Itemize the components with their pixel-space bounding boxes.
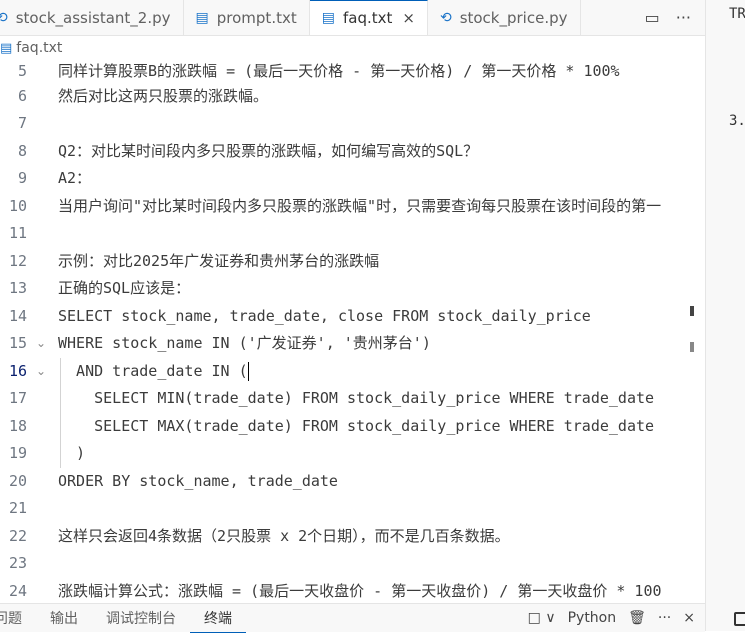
tab-faq[interactable]: ▤ faq.txt × bbox=[309, 0, 428, 35]
line-text: WHERE stock_name IN ('广发证券', '贵州茅台') bbox=[58, 334, 431, 352]
line-text: ORDER BY stock_name, trade_date bbox=[58, 472, 338, 490]
line-number: 20 bbox=[8, 472, 27, 490]
code-line: 11 bbox=[0, 220, 705, 247]
line-number: 10 bbox=[8, 197, 27, 215]
code-line: 12 示例：对比2025年广发证券和贵州茅台的涨跌幅 bbox=[0, 248, 705, 275]
line-number: 6 bbox=[17, 87, 27, 105]
line-text: 同样计算股票B的涨跌幅 = (最后一天价格 - 第一天价格) / 第一天价格 *… bbox=[58, 62, 620, 80]
line-number: 24 bbox=[8, 582, 27, 600]
line-number: 13 bbox=[8, 279, 27, 297]
panel-text: 3. bbox=[729, 113, 745, 129]
scrollbar-marker[interactable] bbox=[690, 306, 694, 316]
line-number: 19 bbox=[8, 444, 27, 462]
tab-label: prompt.txt bbox=[216, 8, 297, 27]
fold-chevron-icon[interactable]: ⌄ bbox=[36, 330, 46, 357]
indent-guide bbox=[60, 358, 61, 468]
line-number: 8 bbox=[17, 142, 27, 160]
code-line: 21 bbox=[0, 495, 705, 522]
code-line: 18 SELECT MAX(trade_date) FROM stock_dai… bbox=[0, 413, 705, 440]
breadcrumb: ▤ faq.txt bbox=[0, 36, 705, 60]
tab-output[interactable]: 输出 bbox=[36, 604, 92, 632]
tab-label: stock_price.py bbox=[459, 8, 568, 27]
panel-text: TR bbox=[729, 6, 745, 22]
close-icon[interactable]: × bbox=[683, 610, 695, 626]
code-line: 24 涨跌幅计算公式：涨跌幅 = (最后一天收盘价 - 第一天收盘价) / 第一… bbox=[0, 578, 705, 603]
line-number: 15 bbox=[8, 334, 27, 352]
text-file-icon: ▤ bbox=[195, 9, 209, 26]
terminal-language[interactable]: Python bbox=[568, 610, 617, 626]
tab-label: faq.txt bbox=[342, 9, 393, 27]
code-line: 13 正确的SQL应该是： bbox=[0, 275, 705, 302]
more-actions-icon[interactable]: ··· bbox=[676, 8, 691, 27]
line-number: 11 bbox=[8, 224, 27, 242]
code-line: 5 同样计算股票B的涨跌幅 = (最后一天价格 - 第一天价格) / 第一天价格… bbox=[0, 58, 705, 85]
code-line: 20 ORDER BY stock_name, trade_date bbox=[0, 468, 705, 495]
tab-terminal[interactable]: 终端 bbox=[190, 604, 246, 633]
code-line: 8 Q2：对比某时间段内多只股票的涨跌幅，如何编写高效的SQL？ bbox=[0, 138, 705, 165]
more-actions-icon[interactable]: ··· bbox=[658, 610, 671, 626]
line-text: AND trade_date IN ( bbox=[58, 358, 249, 385]
tab-debug-console[interactable]: 调试控制台 bbox=[92, 604, 190, 632]
line-text-content: AND trade_date IN ( bbox=[58, 362, 248, 380]
line-text: 涨跌幅计算公式：涨跌幅 = (最后一天收盘价 - 第一天收盘价) / 第一天收盘… bbox=[58, 582, 662, 600]
python-icon: ⟲ bbox=[0, 9, 8, 26]
code-line: 7 bbox=[0, 110, 705, 137]
line-number: 23 bbox=[8, 554, 27, 572]
code-line: 14 SELECT stock_name, trade_date, close … bbox=[0, 303, 705, 330]
close-icon[interactable]: × bbox=[402, 9, 415, 27]
split-editor-icon[interactable]: ▭ bbox=[645, 8, 660, 27]
text-file-icon: ▤ bbox=[321, 10, 335, 26]
code-line: 22 这样只会返回4条数据（2只股票 x 2个日期），而不是几百条数据。 bbox=[0, 523, 705, 550]
line-text: 这样只会返回4条数据（2只股票 x 2个日期），而不是几百条数据。 bbox=[58, 527, 510, 545]
trash-icon[interactable]: 🗑 bbox=[628, 610, 646, 626]
line-number: 21 bbox=[8, 499, 27, 517]
line-number: 14 bbox=[8, 307, 27, 325]
fold-chevron-icon[interactable]: ⌄ bbox=[36, 358, 46, 385]
line-text: SELECT MIN(trade_date) FROM stock_daily_… bbox=[58, 389, 655, 407]
editor-tab-bar: ⟲ stock_assistant_2.py ▤ prompt.txt ▤ fa… bbox=[0, 0, 705, 36]
tab-prompt[interactable]: ▤ prompt.txt bbox=[183, 0, 310, 35]
line-number: 22 bbox=[8, 527, 27, 545]
code-line: 6 然后对比这两只股票的涨跌幅。 bbox=[0, 83, 705, 110]
code-editor[interactable]: 5 同样计算股票B的涨跌幅 = (最后一天价格 - 第一天价格) / 第一天价格… bbox=[0, 58, 705, 603]
line-number: 7 bbox=[17, 114, 27, 132]
bottom-panel-actions: □ ∨ Python 🗑 ··· × bbox=[528, 610, 705, 626]
breadcrumb-file[interactable]: faq.txt bbox=[16, 40, 62, 56]
layout-dropdown-icon[interactable]: □ ∨ bbox=[528, 610, 556, 626]
code-line-current: 16 ⌄ AND trade_date IN ( bbox=[0, 358, 705, 385]
line-text: 示例：对比2025年广发证券和贵州茅台的涨跌幅 bbox=[58, 252, 380, 270]
line-number: 17 bbox=[8, 389, 27, 407]
panel-square-icon[interactable] bbox=[734, 612, 745, 626]
line-text: SELECT MAX(trade_date) FROM stock_daily_… bbox=[58, 417, 655, 435]
line-number: 16 bbox=[8, 362, 27, 380]
line-text: Q2：对比某时间段内多只股票的涨跌幅，如何编写高效的SQL？ bbox=[58, 142, 479, 160]
line-number: 9 bbox=[17, 169, 27, 187]
code-line: 9 A2： bbox=[0, 165, 705, 192]
bottom-panel-tabs: 问题 输出 调试控制台 终端 □ ∨ Python 🗑 ··· × bbox=[0, 603, 705, 633]
python-icon: ⟲ bbox=[439, 9, 452, 26]
code-line: 19 ) bbox=[0, 440, 705, 467]
code-line: 23 bbox=[0, 550, 705, 577]
tab-stock-price[interactable]: ⟲ stock_price.py bbox=[427, 0, 581, 35]
line-text: A2： bbox=[58, 169, 92, 187]
line-number: 5 bbox=[17, 62, 27, 80]
tab-problems[interactable]: 问题 bbox=[0, 604, 36, 632]
line-number: 18 bbox=[8, 417, 27, 435]
line-text: 然后对比这两只股票的涨跌幅。 bbox=[58, 87, 269, 105]
side-panel: TR 3. bbox=[705, 0, 745, 631]
line-number: 12 bbox=[8, 252, 27, 270]
scrollbar-marker[interactable] bbox=[690, 342, 694, 352]
tab-label: stock_assistant_2.py bbox=[15, 8, 171, 27]
line-text: 当用户询问"对比某时间段内多只股票的涨跌幅"时，只需要查询每只股票在该时间段的第… bbox=[58, 197, 662, 215]
text-file-icon: ▤ bbox=[0, 40, 13, 56]
tab-actions: ▭ ··· bbox=[645, 0, 705, 35]
line-text: ) bbox=[58, 444, 86, 462]
tab-stock-assistant-2[interactable]: ⟲ stock_assistant_2.py bbox=[0, 0, 184, 35]
code-line: 15 ⌄ WHERE stock_name IN ('广发证券', '贵州茅台'… bbox=[0, 330, 705, 357]
text-cursor bbox=[247, 362, 249, 381]
line-text: SELECT stock_name, trade_date, close FRO… bbox=[58, 307, 591, 325]
line-text: 正确的SQL应该是： bbox=[58, 279, 191, 297]
code-line: 17 SELECT MIN(trade_date) FROM stock_dai… bbox=[0, 385, 705, 412]
code-line: 10 当用户询问"对比某时间段内多只股票的涨跌幅"时，只需要查询每只股票在该时间… bbox=[0, 193, 705, 220]
